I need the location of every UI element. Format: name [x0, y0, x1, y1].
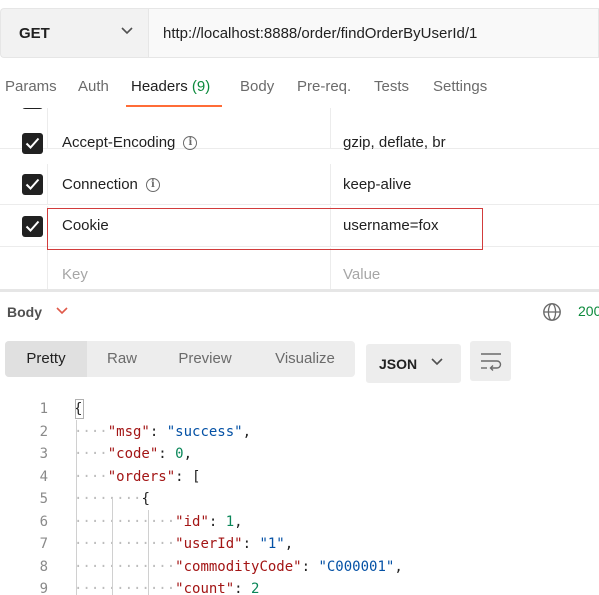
code-text: ············"count": 2	[74, 581, 260, 595]
tab-visualize[interactable]: Visualize	[255, 341, 355, 377]
code-line: 2 ····"msg": "success",	[0, 421, 599, 444]
header-key[interactable]: Connection i	[62, 176, 160, 193]
tab-preview[interactable]: Preview	[160, 341, 250, 377]
tab-headers[interactable]: Headers (9)	[131, 78, 210, 95]
response-code-viewer[interactable]: 1{ 2 ····"msg": "success", 3 ····"code": 0, 4…	[0, 398, 599, 595]
line-number: 7	[39, 536, 48, 552]
chevron-down-icon[interactable]	[56, 307, 68, 315]
code-line: 8 ············"commodityCode": "C000001",	[0, 556, 599, 579]
tab-pretty[interactable]: Pretty	[5, 341, 87, 377]
indent-guide	[112, 498, 113, 595]
request-tabs: Params Auth Headers (9) Body Pre-req. Te…	[0, 72, 599, 108]
code-text: ····"orders": [	[74, 468, 201, 485]
response-view-tabs: Pretty Raw Preview Visualize	[5, 341, 355, 377]
divider	[0, 289, 599, 292]
wrap-lines-icon	[481, 353, 502, 371]
checkbox-checked-icon[interactable]	[22, 216, 43, 237]
checkbox-checked-icon[interactable]	[22, 133, 43, 154]
chevron-down-icon	[431, 358, 443, 366]
chevron-down-icon	[121, 27, 133, 35]
line-number: 8	[39, 558, 48, 575]
cookie-highlight-box	[47, 208, 483, 250]
tab-settings[interactable]: Settings	[433, 78, 487, 95]
status-code: 200	[578, 303, 599, 319]
headers-table: Accept-Encoding i gzip, deflate, br Conn…	[0, 108, 599, 290]
header-key[interactable]: Accept-Encoding i	[62, 134, 198, 151]
line-number: 6	[39, 513, 48, 530]
code-line: 7 ············"userId": "1",	[0, 533, 599, 556]
tab-auth[interactable]: Auth	[78, 78, 109, 95]
code-text: ····"code": 0,	[74, 446, 193, 462]
header-key-text: Accept-Encoding	[62, 134, 176, 151]
response-section-label[interactable]: Body	[7, 304, 42, 320]
code-line: 5 ········{	[0, 488, 599, 511]
line-number: 9	[39, 581, 48, 595]
url-input[interactable]: http://localhost:8888/order/findOrderByU…	[148, 8, 599, 58]
code-text: ············"userId": "1",	[74, 536, 294, 552]
tab-raw[interactable]: Raw	[87, 341, 157, 377]
header-value[interactable]: keep-alive	[343, 176, 411, 193]
column-divider	[47, 108, 48, 148]
table-row-new: Key Value	[0, 248, 599, 289]
line-number: 3	[39, 446, 48, 462]
indent-guide	[76, 420, 77, 595]
header-value[interactable]: gzip, deflate, br	[343, 134, 446, 151]
tab-pre-request[interactable]: Pre-req.	[297, 78, 351, 95]
tab-tests[interactable]: Tests	[374, 78, 409, 95]
line-number: 5	[39, 491, 48, 507]
bracket-match-highlight	[75, 399, 84, 419]
new-key-input[interactable]: Key	[62, 266, 88, 283]
code-line: 1{	[0, 398, 599, 421]
info-icon[interactable]: i	[145, 177, 160, 192]
code-line: 9 ············"count": 2	[0, 578, 599, 595]
line-number: 2	[39, 423, 48, 440]
method-select[interactable]: GET	[0, 8, 148, 58]
request-url-bar: GET http://localhost:8888/order/findOrde…	[0, 8, 599, 58]
tab-params[interactable]: Params	[5, 78, 57, 95]
column-divider	[330, 164, 331, 204]
table-row: Connection i keep-alive	[0, 164, 599, 205]
tab-headers-count: (9)	[191, 78, 211, 95]
line-number: 1	[39, 401, 48, 417]
format-select[interactable]: JSON	[366, 344, 461, 383]
globe-icon[interactable]	[542, 302, 562, 322]
indent-guide	[148, 510, 149, 595]
column-divider	[330, 108, 331, 148]
checkbox-checked-icon[interactable]	[22, 174, 43, 195]
info-icon[interactable]: i	[183, 135, 198, 150]
format-label: JSON	[379, 355, 418, 372]
code-line: 3 ····"code": 0,	[0, 443, 599, 466]
column-divider	[47, 248, 48, 289]
method-label: GET	[19, 24, 50, 42]
code-line: 4 ····"orders": [	[0, 466, 599, 489]
tab-body[interactable]: Body	[240, 78, 274, 95]
code-text: ············"id": 1,	[74, 513, 243, 530]
column-divider	[330, 248, 331, 289]
wrap-lines-button[interactable]	[470, 341, 511, 381]
code-text: ············"commodityCode": "C000001",	[74, 558, 403, 575]
line-number: 4	[39, 468, 48, 485]
table-row: Accept-Encoding i gzip, deflate, br	[0, 108, 599, 154]
url-text: http://localhost:8888/order/findOrderByU…	[163, 24, 478, 42]
header-key-text: Connection	[62, 176, 138, 193]
new-value-input[interactable]: Value	[343, 266, 380, 283]
code-text: ····"msg": "success",	[74, 423, 252, 440]
active-tab-indicator	[126, 105, 222, 107]
response-bar: Body 200	[0, 296, 599, 328]
tab-headers-label: Headers	[131, 78, 188, 95]
column-divider	[47, 164, 48, 204]
code-line: 6 ············"id": 1,	[0, 511, 599, 534]
